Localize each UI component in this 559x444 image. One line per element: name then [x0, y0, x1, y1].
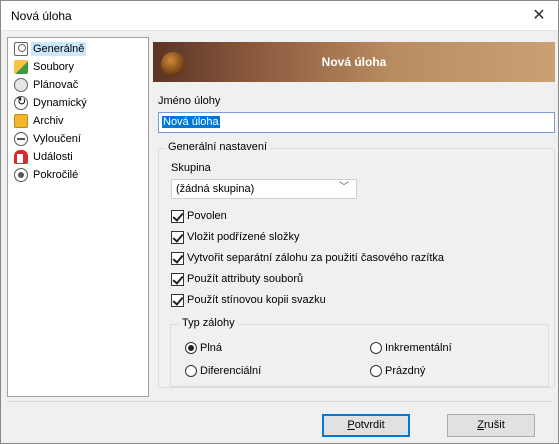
header-banner: Nová úloha — [153, 42, 555, 82]
checkbox-box[interactable] — [171, 293, 184, 307]
banner-title: Nová úloha — [321, 55, 387, 69]
files-icon — [14, 60, 28, 74]
checkbox-label: Použít attributy souborů — [187, 273, 304, 285]
general-icon — [14, 42, 28, 56]
radio-empty[interactable]: Prázdný — [370, 363, 425, 379]
events-icon — [14, 150, 28, 164]
sidebar-item-files[interactable]: Soubory — [12, 58, 148, 76]
sidebar-item-exclusion[interactable]: Vyloučení — [12, 130, 148, 148]
radio-differential[interactable]: Diferenciální — [185, 363, 261, 379]
sidebar-item-label: Dynamický — [33, 97, 87, 109]
checkbox-file-attributes[interactable]: Použít attributy souborů — [171, 271, 303, 287]
footer-divider — [7, 401, 552, 402]
task-name-input[interactable]: Nová úloha — [158, 112, 555, 133]
title-bar: Nová úloha ✕ — [1, 1, 558, 31]
sidebar-item-label: Archiv — [33, 115, 64, 127]
checkbox-label: Povolen — [187, 210, 227, 222]
cancel-accel: Z — [477, 419, 484, 431]
checkbox-label: Vložit podřízené složky — [187, 231, 300, 243]
exclusion-icon — [14, 132, 28, 146]
task-name-label: Jméno úlohy — [158, 95, 221, 107]
checkbox-label: Použít stínovou kopii svazku — [187, 294, 326, 306]
sidebar-item-label: Vyloučení — [33, 133, 81, 145]
sidebar-item-advanced[interactable]: Pokročilé — [12, 166, 148, 184]
radio-full[interactable]: Plná — [185, 340, 222, 356]
group-label: Skupina — [171, 162, 211, 174]
task-name-value: Nová úloha — [162, 116, 220, 128]
radio-button[interactable] — [370, 342, 382, 354]
sidebar-item-label: Plánovač — [33, 79, 79, 91]
sidebar-item-dynamic[interactable]: Dynamický — [12, 94, 148, 112]
dynamic-icon — [14, 95, 28, 110]
archive-icon — [14, 114, 28, 128]
checkbox-box[interactable] — [171, 272, 184, 286]
radio-button[interactable] — [185, 365, 197, 377]
chevron-down-icon: ﹀ — [339, 182, 349, 193]
dialog-footer: Potvrdit Zrušit — [1, 401, 558, 443]
confirm-button[interactable]: Potvrdit — [322, 414, 410, 437]
sidebar-item-planner[interactable]: Plánovač — [12, 76, 148, 94]
backup-type-group: Typ zálohy Plná Inkrementální Diferenciá… — [170, 317, 549, 387]
sidebar-item-label: Pokročilé — [33, 169, 79, 181]
general-settings-caption: Generální nastavení — [165, 141, 271, 153]
sidebar-item-events[interactable]: Události — [12, 148, 148, 166]
radio-label: Inkrementální — [385, 342, 452, 354]
radio-label: Plná — [200, 342, 223, 354]
checkbox-box[interactable] — [171, 209, 184, 223]
radio-incremental[interactable]: Inkrementální — [370, 340, 452, 356]
cancel-label: rušit — [483, 419, 505, 431]
group-select[interactable]: (žádná skupina) ﹀ — [171, 179, 357, 199]
content-panel: Nová úloha Jméno úlohy Nová úloha Generá… — [153, 37, 556, 397]
confirm-label: otvrdit — [354, 419, 385, 431]
planner-icon — [14, 78, 28, 92]
dialog-window: Nová úloha ✕ Generálně Soubory Plánovač … — [0, 0, 559, 444]
radio-button[interactable] — [185, 342, 197, 354]
checkbox-separate-backup[interactable]: Vytvořit separátní zálohu za použití čas… — [171, 250, 444, 266]
radio-label: Prázdný — [385, 365, 426, 377]
sidebar: Generálně Soubory Plánovač Dynamický Arc… — [7, 37, 149, 397]
checkbox-shadow-copy[interactable]: Použít stínovou kopii svazku — [171, 292, 326, 308]
checkbox-enabled[interactable]: Povolen — [171, 208, 227, 224]
general-settings-group: Generální nastavení Skupina (žádná skupi… — [158, 141, 555, 388]
sidebar-item-general[interactable]: Generálně — [12, 40, 148, 58]
window-title: Nová úloha — [11, 9, 72, 23]
confirm-accel: P — [347, 419, 355, 431]
checkbox-include-subfolders[interactable]: Vložit podřízené složky — [171, 229, 300, 245]
sidebar-item-label: Generálně — [31, 42, 87, 56]
radio-label: Diferenciální — [200, 365, 262, 377]
sidebar-item-archive[interactable]: Archiv — [12, 112, 148, 130]
radio-button[interactable] — [370, 365, 382, 377]
sidebar-item-label: Události — [33, 151, 73, 163]
cancel-button[interactable]: Zrušit — [447, 414, 535, 437]
backup-type-caption: Typ zálohy — [179, 317, 238, 329]
checkbox-box[interactable] — [171, 251, 184, 265]
close-icon[interactable]: ✕ — [524, 3, 554, 29]
advanced-icon — [14, 168, 28, 182]
group-select-value: (žádná skupina) — [176, 183, 255, 195]
sidebar-item-label: Soubory — [33, 61, 74, 73]
checkbox-box[interactable] — [171, 230, 184, 244]
checkbox-label: Vytvořit separátní zálohu za použití čas… — [187, 252, 445, 264]
